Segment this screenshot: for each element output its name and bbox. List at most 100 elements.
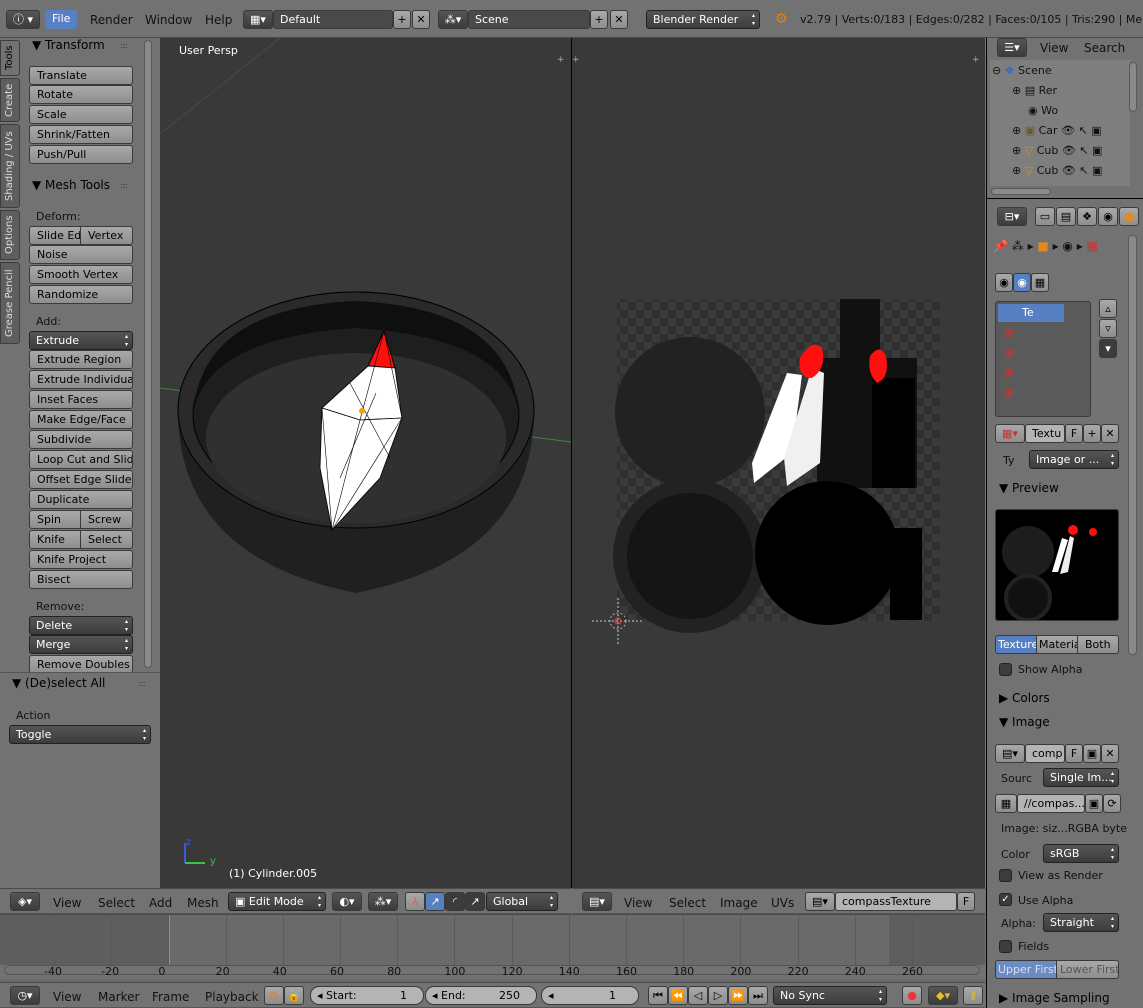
layout-close-icon[interactable]: ✕: [412, 10, 430, 29]
context-tabs[interactable]: ▭ ▤ ❖ ◉ ■: [1035, 207, 1143, 226]
texture-unlink-icon[interactable]: ✕: [1101, 424, 1119, 443]
make-edge-face-button[interactable]: Make Edge/Face: [29, 410, 133, 429]
slot-menu-icon[interactable]: ▾: [1099, 339, 1117, 358]
tab-create[interactable]: Create: [0, 78, 20, 122]
source-dropdown[interactable]: Single Im...: [1043, 768, 1119, 787]
noise-button[interactable]: Noise: [29, 245, 133, 264]
image-menu-uvs[interactable]: UVs: [771, 896, 794, 910]
image-menu-image[interactable]: Image: [720, 896, 758, 910]
offset-edge-slide-button[interactable]: Offset Edge Slide: [29, 470, 133, 489]
texture-slot-icon[interactable]: ▦: [1004, 326, 1014, 339]
operator-panel-title[interactable]: ▼ (De)select All: [12, 676, 105, 690]
lock-frame-icon[interactable]: 🔒: [284, 986, 304, 1005]
manipulator-toggle-icon[interactable]: ⅄: [405, 892, 425, 911]
viewport-3d[interactable]: z y User Persp (1) Cylinder.005 +: [160, 38, 571, 888]
texture-fake-user-button[interactable]: F: [1065, 424, 1083, 443]
record-icon[interactable]: ●: [902, 986, 922, 1005]
panel-grip-icon[interactable]: ::::: [138, 679, 146, 688]
world-tab-icon[interactable]: ◉: [1098, 207, 1118, 226]
screw-button[interactable]: Screw: [80, 510, 133, 529]
playback-controls[interactable]: ⏮ ⏪ ◁ ▷ ⏩ ⏭: [648, 986, 768, 1005]
texture-slot-icon[interactable]: ▦: [1004, 366, 1014, 379]
knife-select-button[interactable]: Select: [80, 530, 133, 549]
preview-panel-title[interactable]: ▼ Preview: [999, 481, 1059, 495]
timeline-menu-marker[interactable]: Marker: [98, 990, 139, 1004]
view3d-menu-view[interactable]: View: [53, 896, 81, 910]
image-menu-view[interactable]: View: [624, 896, 652, 910]
menu-help[interactable]: Help: [205, 13, 232, 27]
transform-orientation-dropdown[interactable]: Global: [486, 892, 558, 911]
image-browse-icon[interactable]: ▤▾: [995, 744, 1025, 763]
image-panel-title[interactable]: ▼ Image: [999, 715, 1050, 729]
scene-field[interactable]: Scene: [468, 10, 590, 29]
push-pull-button[interactable]: Push/Pull: [29, 145, 133, 164]
preview-tab-material[interactable]: Materia: [1036, 635, 1078, 654]
properties-editor-type-icon[interactable]: ⊟▾: [997, 207, 1027, 226]
tab-options[interactable]: Options: [0, 210, 20, 260]
current-frame-field[interactable]: ◂ 1: [541, 986, 639, 1005]
image-fake-user-button[interactable]: F: [957, 892, 975, 911]
transform-panel-title[interactable]: ▼ Transform: [32, 38, 105, 52]
image-menu-select[interactable]: Select: [669, 896, 706, 910]
action-dropdown[interactable]: Toggle: [9, 725, 151, 744]
view-as-render-checkbox[interactable]: [999, 869, 1012, 882]
sync-mode-dropdown[interactable]: No Sync: [773, 986, 887, 1005]
next-keyframe-icon[interactable]: ⏩: [728, 986, 748, 1005]
scene-close-icon[interactable]: ✕: [610, 10, 628, 29]
image-fake-user-button[interactable]: F: [1065, 744, 1083, 763]
texture-slot-icon[interactable]: ▦: [1004, 346, 1014, 359]
slide-vertex-button[interactable]: Vertex: [80, 226, 133, 245]
mesh-tools-panel-title[interactable]: ▼ Mesh Tools: [32, 178, 110, 192]
show-alpha-checkbox[interactable]: [999, 663, 1012, 676]
outliner-item[interactable]: ⊕ ▽ Cub 👁 ↖ ▣: [1012, 164, 1102, 177]
preview-range-icon[interactable]: ◷: [264, 986, 284, 1005]
extrude-individual-button[interactable]: Extrude Individual: [29, 370, 133, 389]
outliner-scrollbar[interactable]: [1129, 62, 1137, 112]
viewport-shading-icon[interactable]: ◐▾: [332, 892, 362, 911]
texture-type-tabs[interactable]: ◉ ◉ ▦: [995, 273, 1049, 292]
extrude-dropdown[interactable]: Extrude: [29, 331, 133, 350]
jump-start-icon[interactable]: ⏮: [648, 986, 668, 1005]
panel-grip-icon[interactable]: ::::: [120, 41, 128, 50]
play-reverse-icon[interactable]: ◁: [688, 986, 708, 1005]
properties-scrollbar[interactable]: [1128, 235, 1137, 655]
extrude-region-button[interactable]: Extrude Region: [29, 350, 133, 369]
interaction-mode-dropdown[interactable]: ▣ Edit Mode: [228, 892, 326, 911]
world-texture-icon[interactable]: ◉: [995, 273, 1013, 292]
image-name-field[interactable]: comp: [1025, 744, 1065, 763]
slide-edge-button[interactable]: Slide Ed: [29, 226, 81, 245]
layout-field[interactable]: Default: [273, 10, 393, 29]
keyframe-insert-icon[interactable]: ⚷: [963, 986, 983, 1005]
upper-first-button[interactable]: Upper First: [995, 960, 1057, 979]
merge-dropdown[interactable]: Merge: [29, 635, 133, 654]
pack-icon[interactable]: ▦: [995, 794, 1017, 813]
preview-tab-both[interactable]: Both: [1077, 635, 1119, 654]
view3d-menu-mesh[interactable]: Mesh: [187, 896, 219, 910]
menu-file[interactable]: File: [45, 10, 77, 29]
view3d-menu-add[interactable]: Add: [149, 896, 172, 910]
outliner-item[interactable]: ⊕ ▤ Rer: [1012, 84, 1057, 97]
keying-set-icon[interactable]: ◆▾: [928, 986, 958, 1005]
texture-name-field[interactable]: Textu: [1025, 424, 1065, 443]
texture-browse-icon[interactable]: ▦▾: [995, 424, 1025, 443]
pivot-point-icon[interactable]: ⁂▾: [368, 892, 398, 911]
timeline-scrollbar[interactable]: [4, 965, 980, 975]
scene-icon[interactable]: ⁂▾: [438, 10, 468, 29]
render-tab-icon[interactable]: ▭: [1035, 207, 1055, 226]
outliner-item[interactable]: ⊖ ❖ Scene: [992, 64, 1052, 77]
timeline-editor-type-icon[interactable]: ◷▾: [10, 986, 40, 1005]
image-sampling-panel-title[interactable]: ▶ Image Sampling: [999, 991, 1110, 1005]
layout-icon[interactable]: ▦▾: [243, 10, 273, 29]
image-editor-split-icon[interactable]: +: [572, 55, 580, 65]
timeline-menu-frame[interactable]: Frame: [152, 990, 189, 1004]
start-frame-field[interactable]: ◂ Start: 1: [310, 986, 424, 1005]
end-frame-field[interactable]: ◂ End: 250: [425, 986, 537, 1005]
scene-add-icon[interactable]: +: [590, 10, 608, 29]
timeline[interactable]: -40 -20 0 20 40 60 80 100 120 140 160 180 200 220 240 2…: [0, 914, 985, 982]
translate-manipulator-icon[interactable]: ↗: [425, 892, 445, 911]
preview-tab-texture[interactable]: Texture: [995, 635, 1037, 654]
outliner-editor-type-icon[interactable]: ☰▾: [997, 38, 1027, 57]
viewport-split-icon[interactable]: +: [557, 55, 565, 65]
menu-render[interactable]: Render: [90, 13, 133, 27]
outliner-item[interactable]: ⊕ ▣ Car 👁 ↖ ▣: [1012, 124, 1102, 137]
